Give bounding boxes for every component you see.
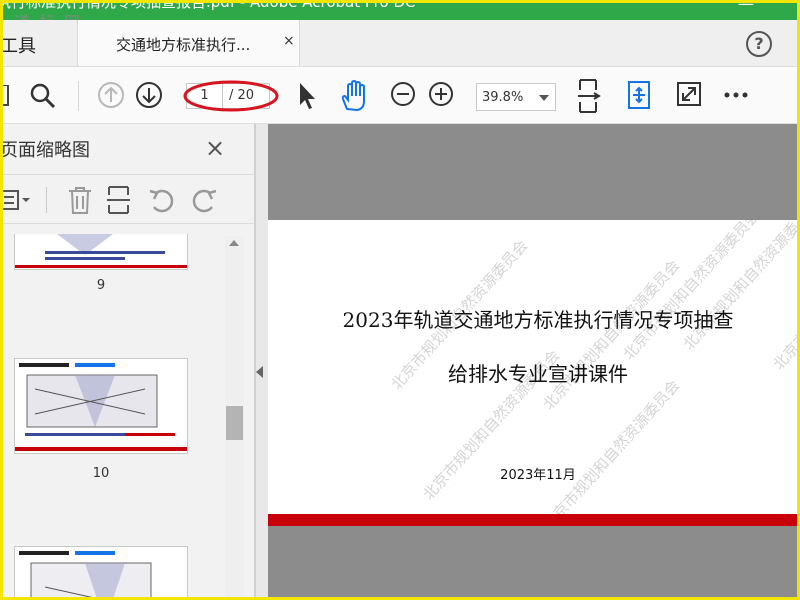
fit-page-icon[interactable] (577, 78, 603, 114)
zoom-out-icon[interactable] (390, 81, 418, 109)
document-date: 2023年11月 (500, 468, 576, 483)
zoom-select[interactable]: 39.8% (476, 83, 556, 111)
thumbnail-page-11[interactable] (14, 546, 188, 600)
page-thumbnails-panel: 页面缩略图 × 9 10 (0, 124, 255, 600)
scrollbar-thumb[interactable] (226, 406, 243, 440)
select-cursor-icon[interactable] (296, 81, 318, 111)
page-up-icon[interactable] (97, 81, 127, 111)
help-icon[interactable]: ? (746, 31, 772, 57)
chevron-down-icon (539, 95, 549, 101)
page-down-icon[interactable] (135, 81, 165, 111)
thumbnail-preview (15, 547, 187, 600)
toolbar-separator (78, 81, 79, 111)
document-title-line1: 2023年轨道交通地方标准执行情况专项抽查 (342, 308, 734, 332)
tab-document[interactable]: 交通地方标准执行... × (77, 20, 300, 66)
zoom-value: 39.8% (482, 90, 524, 105)
document-title-line2: 给排水专业宣讲课件 (448, 362, 628, 386)
window-title: 执行标准执行情况专项抽查报告.pdf - Adobe Acrobat Pro D… (0, 0, 416, 11)
save-icon[interactable] (0, 85, 10, 107)
thumbnail-options-icon[interactable] (0, 189, 34, 211)
panel-title: 页面缩略图 (0, 140, 90, 161)
panel-toolbar (0, 174, 255, 224)
rotate-right-icon[interactable] (190, 187, 218, 215)
search-icon[interactable] (28, 81, 58, 111)
main-toolbar: 1 / 20 39.8% (0, 66, 800, 124)
scroll-mode-icon[interactable] (626, 80, 652, 110)
insert-page-icon[interactable] (106, 185, 134, 215)
panel-splitter[interactable] (255, 124, 268, 600)
zoom-in-icon[interactable] (428, 81, 456, 109)
thumbnail-preview (15, 234, 187, 269)
document-tab-label: 交通地方标准执行... (116, 36, 251, 54)
tab-bar: 工具 交通地方标准执行... × ? (0, 20, 800, 66)
fullscreen-icon[interactable] (676, 81, 702, 109)
panel-separator (46, 187, 47, 213)
thumbnail-page-10[interactable] (14, 358, 188, 454)
more-icon[interactable] (724, 91, 750, 99)
thumbnail-list: 9 10 (0, 234, 224, 600)
close-tab-button[interactable]: × (283, 33, 295, 49)
close-panel-button[interactable]: × (205, 134, 225, 162)
hand-icon[interactable] (338, 79, 372, 113)
thumbnail-preview (15, 359, 187, 453)
red-highlight-ellipse (183, 80, 279, 112)
window-title-bar: 执行标准执行情况专项抽查报告.pdf - Adobe Acrobat Pro D… (0, 0, 800, 20)
tab-tools[interactable]: 工具 (0, 32, 36, 58)
scroll-up-icon[interactable] (229, 240, 239, 246)
document-page: 北京市规划和自然资源委员会 北京市规划和自然资源委员会 北京市规划和自然资源委员… (268, 220, 800, 526)
red-footer-bar (268, 514, 800, 526)
delete-icon[interactable] (66, 185, 94, 215)
thumbnail-number: 9 (96, 278, 106, 293)
thumbnail-number: 10 (92, 466, 110, 481)
document-view[interactable]: 北京市规划和自然资源委员会 北京市规划和自然资源委员会 北京市规划和自然资源委员… (268, 124, 800, 600)
minimize-button[interactable]: — (738, 0, 754, 12)
thumbnail-page-9[interactable] (14, 234, 188, 270)
rotate-left-icon[interactable] (148, 187, 176, 215)
collapse-panel-icon[interactable] (256, 366, 263, 378)
